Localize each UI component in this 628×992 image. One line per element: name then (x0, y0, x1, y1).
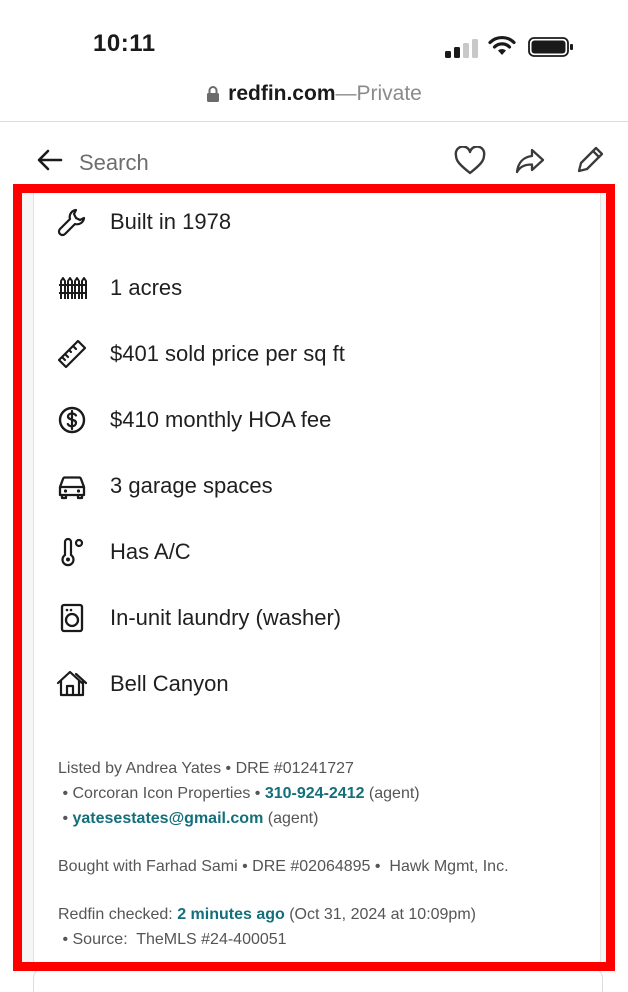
phone-role: (agent) (364, 785, 420, 802)
email-role: (agent) (263, 810, 319, 827)
thermometer-icon (61, 537, 84, 567)
page-toolbar: Search (0, 122, 628, 184)
clock: 10:11 (93, 30, 156, 57)
fact-label: 3 garage spaces (110, 473, 273, 498)
next-card-edge (33, 968, 603, 992)
car-icon (58, 476, 86, 500)
bought-with: Bought with Farhad Sami • DRE #02064895 … (58, 858, 509, 875)
status-bar: 10:11 (0, 0, 628, 78)
checked-time: 2 minutes ago (177, 906, 285, 923)
fact-label: Bell Canyon (110, 671, 229, 696)
checked-date: (Oct 31, 2024 at 10:09pm) (284, 906, 476, 923)
fact-label: In-unit laundry (washer) (110, 605, 342, 630)
fence-icon (59, 277, 87, 299)
checked-prefix: Redfin checked: (58, 906, 178, 923)
battery-icon (528, 37, 573, 57)
washer-icon (60, 603, 84, 633)
private-label: Private (356, 82, 422, 105)
search-button[interactable]: Search (79, 150, 149, 176)
fact-label: 1 acres (110, 275, 183, 300)
fact-label: Has A/C (110, 539, 191, 564)
fact-laundry: In-unit laundry (washer) (34, 598, 594, 638)
fact-lot-size: 1 acres (34, 268, 594, 308)
fact-label: $410 monthly HOA fee (110, 407, 332, 432)
fact-garage: 3 garage spaces (34, 466, 594, 506)
share-icon[interactable] (514, 146, 546, 176)
agent-phone-link[interactable]: 310-924-2412 (265, 785, 365, 802)
listed-by: Listed by Andrea Yates • DRE #01241727 (58, 760, 354, 777)
email-line: • yatesestates@gmail.com (agent) (58, 806, 420, 831)
fact-year-built: Built in 1978 (34, 202, 594, 242)
dollar-circle-icon (58, 406, 86, 434)
brokerage-line: • Corcoran Icon Properties • 310-924-241… (58, 781, 420, 806)
heart-icon[interactable] (454, 146, 486, 176)
agent-email-link[interactable]: yatesestates@gmail.com (73, 810, 264, 827)
listing-agent-info: Listed by Andrea Yates • DRE #01241727 •… (58, 756, 420, 831)
lock-icon (207, 86, 220, 102)
fact-label: Built in 1978 (110, 209, 232, 234)
url-separator: — (335, 82, 357, 105)
property-details-panel: Built in 1978 1 acres $401 sold price pe… (22, 193, 606, 962)
fact-community: Bell Canyon (34, 664, 594, 704)
brokerage-name: • Corcoran Icon Properties • (58, 785, 265, 802)
buyer-agent-info: Bought with Farhad Sami • DRE #02064895 … (58, 854, 509, 879)
property-facts-card: Built in 1978 1 acres $401 sold price pe… (33, 193, 601, 962)
fact-price-per-sqft: $401 sold price per sq ft (34, 334, 594, 374)
listing-source-info: Redfin checked: 2 minutes ago (Oct 31, 2… (58, 902, 476, 952)
back-arrow-icon[interactable] (36, 148, 64, 172)
email-bullet: • (58, 810, 73, 827)
house-icon (56, 670, 88, 697)
pencil-icon[interactable] (574, 144, 606, 176)
fact-cooling: Has A/C (34, 532, 594, 572)
url-domain: redfin.com (228, 82, 336, 105)
redfin-checked-line: Redfin checked: 2 minutes ago (Oct 31, 2… (58, 902, 476, 927)
cellular-signal-icon (445, 38, 481, 58)
fact-label: $401 sold price per sq ft (110, 341, 345, 366)
wrench-icon (57, 208, 86, 237)
mls-source: • Source: TheMLS #24-400051 (58, 931, 287, 948)
fact-hoa-fee: $410 monthly HOA fee (34, 400, 594, 440)
ruler-icon (57, 339, 87, 369)
wifi-icon (488, 35, 516, 55)
address-bar[interactable]: redfin.com — Private (0, 78, 628, 122)
